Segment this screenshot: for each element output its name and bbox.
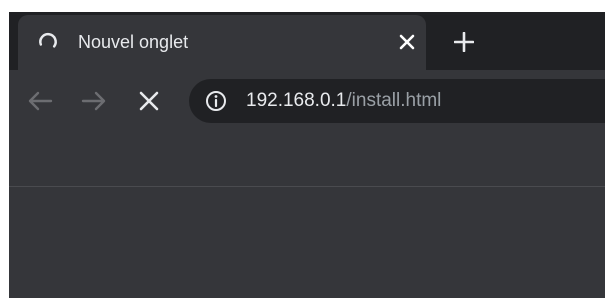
url-host: 192.168.0.1	[246, 90, 347, 111]
back-button[interactable]	[25, 86, 55, 116]
arrow-right-icon	[81, 91, 106, 111]
stop-loading-button[interactable]	[134, 86, 164, 116]
tab-active[interactable]: Nouvel onglet	[18, 15, 426, 70]
info-icon[interactable]	[205, 90, 227, 112]
bookmarks-bar	[9, 130, 605, 187]
page-content	[9, 187, 605, 298]
url-path: /install.html	[346, 90, 442, 111]
new-tab-button[interactable]	[446, 24, 482, 60]
browser-window: Nouvel onglet 192.168.0.1/install.html	[9, 12, 605, 298]
loading-spinner-icon	[39, 32, 57, 48]
toolbar: 192.168.0.1/install.html	[9, 70, 605, 130]
url-text[interactable]: 192.168.0.1/install.html	[246, 90, 441, 112]
forward-button[interactable]	[79, 86, 109, 116]
close-icon	[139, 91, 159, 111]
arrow-left-icon	[28, 91, 53, 111]
tab-close-button[interactable]	[393, 28, 421, 56]
tab-strip: Nouvel onglet	[9, 12, 605, 70]
tab-title: Nouvel onglet	[78, 32, 189, 52]
close-icon	[399, 34, 415, 50]
address-bar[interactable]: 192.168.0.1/install.html	[189, 79, 605, 123]
plus-icon	[454, 32, 474, 52]
